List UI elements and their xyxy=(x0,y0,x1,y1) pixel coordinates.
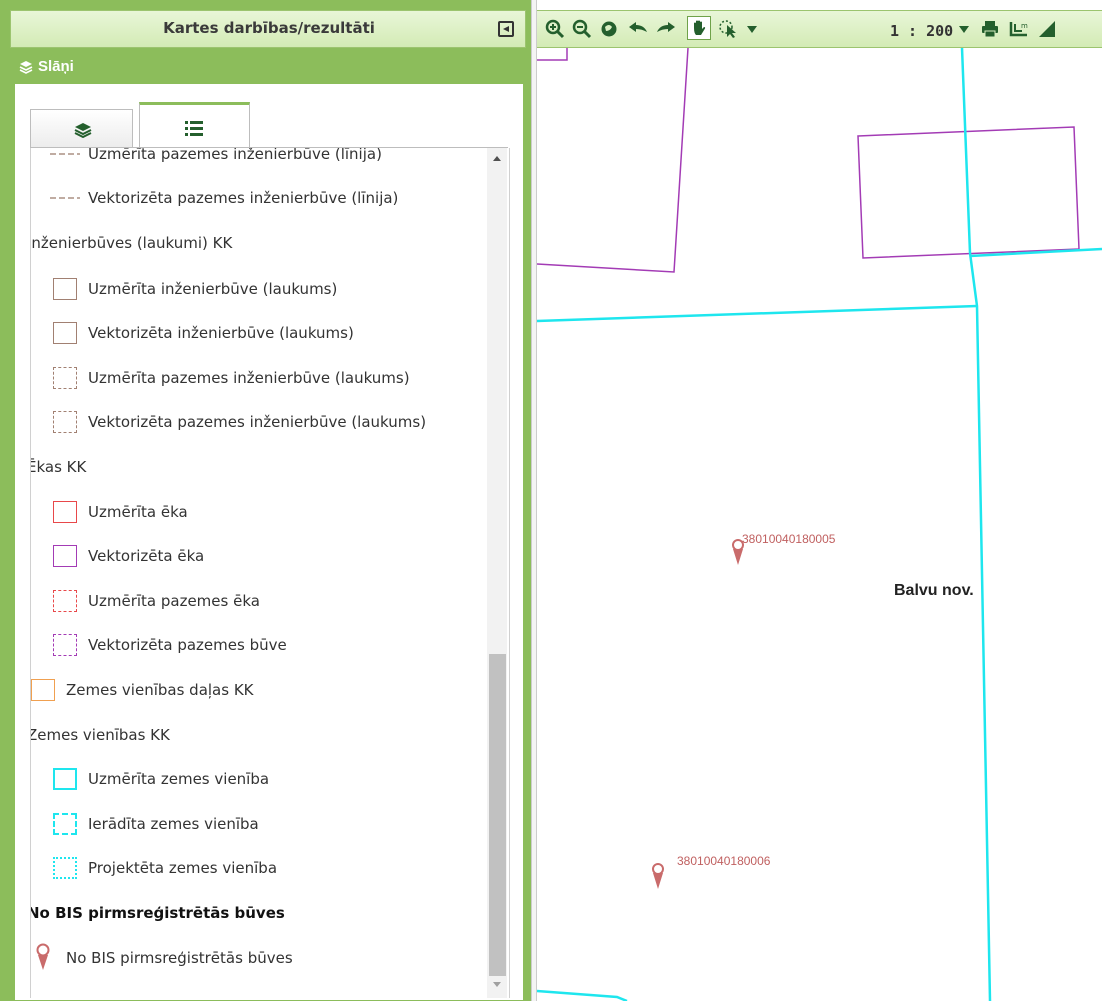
legend-group-title: Ēkas KK xyxy=(30,458,87,476)
map-view[interactable]: 1 : 200 m 38010040180005 38010040180006 … xyxy=(537,0,1102,1001)
pin-label[interactable]: 38010040180005 xyxy=(742,532,835,546)
legend-group-title: No BIS pirmsreģistrētās būves xyxy=(30,904,285,922)
map-toolbar: 1 : 200 m xyxy=(537,10,1102,48)
legend-item-label: Vektorizēta pazemes būve xyxy=(88,636,287,654)
legend-item-label: Uzmērīta zemes vienība xyxy=(88,770,270,788)
layers-panel-body: Uzmērīta pazemes inženierbūve (līnija) V… xyxy=(15,84,523,1000)
legend-item-label: Uzmērīta ēka xyxy=(88,503,188,521)
legend-item-label: Projektēta zemes vienība xyxy=(88,859,278,877)
solid-square-symbol xyxy=(53,278,77,300)
dropdown-arrow-icon[interactable] xyxy=(745,19,759,39)
solid-square-symbol xyxy=(31,679,55,701)
legend-item-label: Uzmērīta inženierbūve (laukums) xyxy=(88,280,338,298)
dashed-square-symbol xyxy=(53,590,77,612)
dashed-line-symbol xyxy=(50,197,80,199)
legend-item-label: Vektorizēta inženierbūve (laukums) xyxy=(88,324,354,342)
legend-item-label: No BIS pirmsreģistrētās būves xyxy=(66,949,293,967)
legend-list[interactable]: Uzmērīta pazemes inženierbūve (līnija) V… xyxy=(30,148,510,998)
map-actions-panel: Kartes darbības/rezultāti Slāņi Uzmērīta… xyxy=(0,0,531,1001)
solid-square-symbol xyxy=(53,322,77,344)
zoom-in-icon[interactable] xyxy=(545,19,565,39)
layers-icon xyxy=(19,61,33,74)
zoom-out-icon[interactable] xyxy=(572,19,592,39)
scale-dropdown-arrow-icon[interactable] xyxy=(957,19,971,39)
legend-item-label: Vektorizēta ēka xyxy=(88,547,205,565)
scroll-down-arrow-icon[interactable] xyxy=(493,982,501,987)
collapse-panel-button[interactable] xyxy=(498,21,514,37)
measure-area-icon[interactable]: m xyxy=(1007,19,1031,39)
dashed-square-symbol xyxy=(53,634,77,656)
panel-titlebar: Kartes darbības/rezultāti xyxy=(10,10,526,48)
building-outline[interactable] xyxy=(537,48,568,61)
map-pin-icon xyxy=(36,943,50,970)
map-pin-icon[interactable] xyxy=(652,863,664,889)
legend-item-label: Ierādīta zemes vienība xyxy=(88,815,259,833)
legend-scrollbar[interactable] xyxy=(487,148,507,998)
region-label: Balvu nov. xyxy=(894,582,974,599)
legend-item-label: Zemes vienības daļas KK xyxy=(66,681,254,699)
layers-section-header[interactable]: Slāņi xyxy=(10,50,526,84)
legend-item-label: Vektorizēta pazemes inženierbūve (līnija… xyxy=(88,189,399,207)
dashed-square-symbol xyxy=(53,411,77,433)
parcel-boundary[interactable] xyxy=(537,989,628,1001)
legend-item-label: Uzmērīta pazemes inženierbūve (laukums) xyxy=(88,369,410,387)
print-icon[interactable] xyxy=(980,19,1000,39)
full-extent-globe-icon[interactable] xyxy=(599,19,619,39)
building-outline[interactable] xyxy=(537,48,689,273)
solid-square-symbol xyxy=(53,545,77,567)
legend-item-label: Vektorizēta pazemes inženierbūve (laukum… xyxy=(88,413,427,431)
scroll-thumb[interactable] xyxy=(489,654,506,976)
svg-text:m: m xyxy=(1021,22,1028,30)
hand-icon xyxy=(694,20,706,35)
dashed-square-symbol xyxy=(53,813,77,835)
map-scale[interactable]: 1 : 200 xyxy=(890,22,953,40)
legend-item-label: Uzmērīta pazemes ēka xyxy=(88,592,260,610)
next-extent-arrow-icon[interactable] xyxy=(655,19,677,39)
dotted-square-symbol xyxy=(53,857,77,879)
legend-item-label: Uzmērīta pazemes inženierbūve (līnija) xyxy=(88,148,382,163)
map-canvas[interactable] xyxy=(537,48,1102,1001)
pin-label[interactable]: 38010040180006 xyxy=(677,854,770,868)
previous-extent-arrow-icon[interactable] xyxy=(627,19,649,39)
pan-hand-button[interactable] xyxy=(687,16,711,40)
legend-group-title: Inženierbūves (laukumi) KK xyxy=(30,234,233,252)
panel-title: Kartes darbības/rezultāti xyxy=(163,19,375,37)
dashed-line-symbol xyxy=(50,153,80,155)
solid-square-symbol xyxy=(53,501,77,523)
measure-angle-icon[interactable] xyxy=(1037,19,1057,39)
identify-pointer-icon[interactable] xyxy=(718,19,742,39)
layers-section-title: Slāņi xyxy=(38,58,74,75)
layers-icon xyxy=(74,123,92,138)
list-icon xyxy=(185,121,203,136)
solid-square-symbol xyxy=(53,768,77,790)
parcel-boundary[interactable] xyxy=(537,304,978,323)
legend-group-title: Zemes vienības KK xyxy=(30,726,170,744)
tab-layers[interactable] xyxy=(30,109,133,148)
tab-legend[interactable] xyxy=(139,102,250,149)
parcel-boundary[interactable] xyxy=(960,48,992,1001)
dashed-square-symbol xyxy=(53,367,77,389)
scroll-up-arrow-icon[interactable] xyxy=(493,156,501,161)
